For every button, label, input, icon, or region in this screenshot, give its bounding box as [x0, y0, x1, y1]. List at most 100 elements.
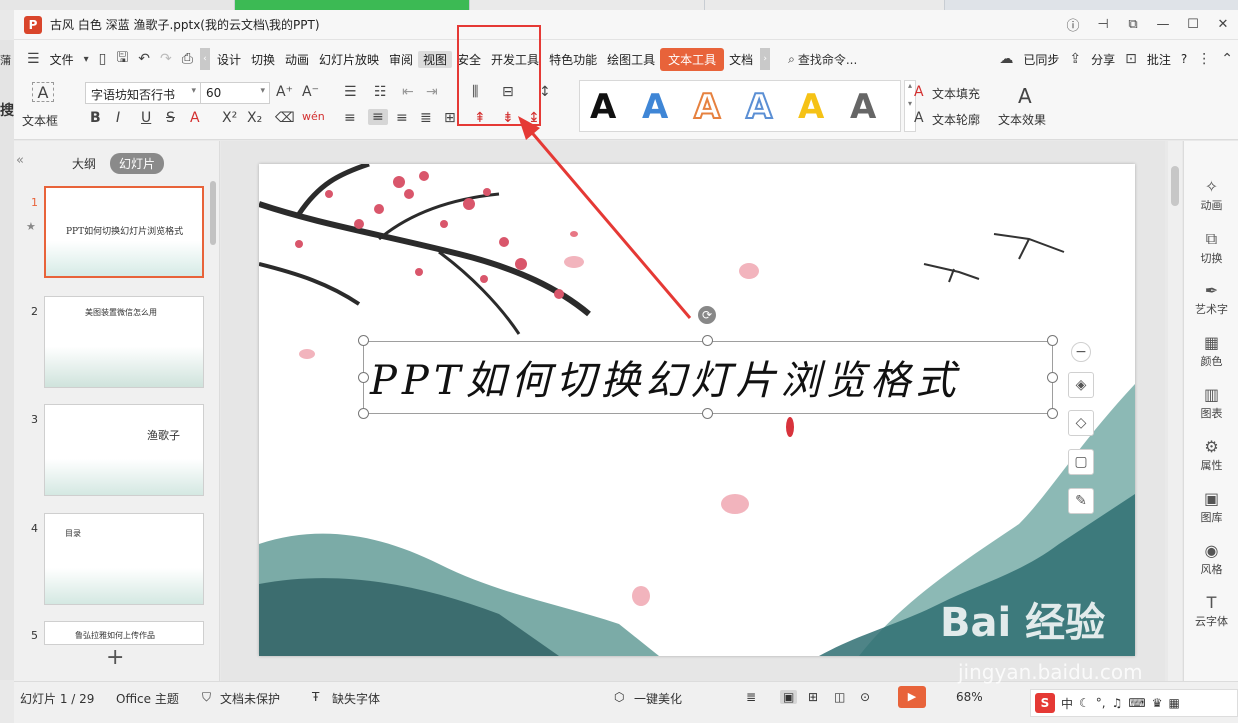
canvas-vertical-scrollbar[interactable]	[1168, 141, 1182, 681]
text-effect-button[interactable]: 文本效果	[998, 111, 1046, 128]
command-search[interactable]: ⌕ 查找命令...	[788, 51, 857, 68]
justify-icon[interactable]: ≣	[420, 110, 432, 126]
browser-tab[interactable]	[235, 0, 470, 10]
increase-font-icon[interactable]: A⁺	[276, 84, 293, 100]
collapse-panel-icon[interactable]: «	[16, 153, 24, 168]
resize-handle-s[interactable]	[702, 408, 713, 419]
keyboard-icon[interactable]: ⌨	[1128, 696, 1145, 710]
align-left-icon[interactable]: ≡	[344, 110, 356, 126]
wordart-style-gallery[interactable]: A A A A A A	[579, 80, 901, 132]
font-name-select[interactable]: 字语坊知否行书 ▾	[85, 82, 201, 104]
slide-thumbnail[interactable]: 鲁弘拉雅如何上传作品	[44, 621, 204, 645]
subscript-icon[interactable]: X₂	[247, 110, 262, 126]
zoom-level[interactable]: 68%	[956, 690, 983, 704]
italic-icon[interactable]: I	[116, 110, 120, 126]
slide-thumbnail[interactable]: 目录	[44, 513, 204, 605]
decrease-indent-icon[interactable]: ⇤	[402, 84, 414, 100]
one-click-beautify[interactable]: 一键美化	[634, 690, 682, 707]
restore-layout-icon[interactable]: ⧉	[1118, 17, 1148, 32]
decrease-font-icon[interactable]: A⁻	[302, 84, 319, 100]
panel-scrollbar[interactable]	[210, 181, 216, 245]
layers-icon[interactable]: ◈	[1068, 372, 1094, 398]
close-button[interactable]: ✕	[1208, 17, 1238, 32]
resize-handle-e[interactable]	[1047, 372, 1058, 383]
slide-sorter-icon[interactable]: ⊞	[808, 690, 818, 704]
add-slide-button[interactable]: +	[106, 645, 124, 670]
undo-icon[interactable]: ↶	[133, 51, 155, 67]
minimize-button[interactable]: —	[1148, 17, 1178, 32]
theme-name[interactable]: Office 主题	[116, 690, 179, 707]
title-textbox[interactable]: PPT如何切换幻灯片浏览格式	[363, 341, 1053, 414]
text-outline-button[interactable]: 文本轮廓	[932, 111, 980, 128]
menu-scroll-right[interactable]: ›	[760, 48, 771, 70]
protection-status[interactable]: 文档未保护	[220, 690, 280, 707]
share-button[interactable]: 分享	[1086, 51, 1120, 68]
font-color-icon[interactable]: A	[190, 110, 200, 126]
textbox-label[interactable]: 文本框	[22, 112, 58, 129]
clear-format-icon[interactable]: ⌫	[275, 110, 295, 126]
reading-view-icon[interactable]: ◫	[834, 690, 845, 704]
wordart-style-blue-outline[interactable]: A	[745, 86, 773, 128]
pen-icon[interactable]: ✎	[1068, 488, 1094, 514]
distribute-icon[interactable]: ⊞	[444, 110, 456, 126]
print-icon[interactable]: ⎙	[177, 51, 198, 67]
panel-style[interactable]: ◉ 风格	[1184, 541, 1238, 577]
panel-chart[interactable]: ▥ 图表	[1184, 385, 1238, 421]
wordart-style-blue[interactable]: A	[642, 87, 668, 127]
slide-title-text[interactable]: PPT如何切换幻灯片浏览格式	[370, 348, 961, 406]
tab-slides[interactable]: 幻灯片	[110, 153, 165, 174]
text-effect-icon[interactable]: A	[1018, 84, 1032, 108]
menu-review[interactable]: 审阅	[384, 51, 418, 68]
fill-icon[interactable]: ◇	[1068, 410, 1094, 436]
bold-icon[interactable]: B	[90, 110, 101, 126]
new-document-icon[interactable]: ▯	[94, 51, 112, 67]
chevron-down-icon[interactable]: ▾	[79, 54, 94, 65]
resize-handle-se[interactable]	[1047, 408, 1058, 419]
panel-cloud-font[interactable]: T 云字体	[1184, 593, 1238, 629]
superscript-icon[interactable]: X²	[222, 110, 237, 126]
increase-indent-icon[interactable]: ⇥	[426, 84, 438, 100]
scrollbar-thumb[interactable]	[1171, 166, 1179, 206]
slide-thumbnail[interactable]: PPT如何切换幻灯片浏览格式	[44, 186, 204, 278]
panel-transition[interactable]: ⧉ 切换	[1184, 229, 1238, 266]
missing-font-status[interactable]: 缺失字体	[332, 690, 380, 707]
align-center-icon[interactable]: ≡	[368, 109, 388, 125]
collapse-ribbon-icon[interactable]: ⌃	[1216, 51, 1238, 67]
rotate-handle[interactable]: ⟳	[698, 306, 716, 324]
skin-icon[interactable]: ♛	[1152, 696, 1163, 710]
menu-slideshow[interactable]: 幻灯片放映	[314, 51, 384, 68]
menu-special[interactable]: 特色功能	[544, 51, 602, 68]
microphone-icon[interactable]: ♫	[1112, 696, 1123, 710]
moon-icon[interactable]: ☾	[1079, 696, 1090, 710]
resize-handle-w[interactable]	[358, 372, 369, 383]
resize-handle-nw[interactable]	[358, 335, 369, 346]
wordart-style-gray[interactable]: A	[850, 87, 876, 127]
bullet-list-icon[interactable]: ☰	[344, 84, 357, 100]
menu-transition[interactable]: 切换	[246, 51, 280, 68]
annotate-button[interactable]: 批注	[1142, 51, 1176, 68]
menu-animation[interactable]: 动画	[280, 51, 314, 68]
phonetic-guide-icon[interactable]: wén	[302, 110, 325, 123]
wordart-style-orange-outline[interactable]: A	[693, 86, 721, 128]
panel-gallery[interactable]: ▣ 图库	[1184, 489, 1238, 525]
text-outline-icon[interactable]: A	[914, 110, 924, 126]
text-fill-button[interactable]: 文本填充	[932, 85, 980, 102]
more-icon[interactable]: ⋮	[1192, 51, 1216, 67]
menu-scroll-left[interactable]: ‹	[199, 48, 210, 70]
panel-color[interactable]: ▦ 颜色	[1184, 333, 1238, 369]
pin-icon[interactable]: ⊣	[1088, 17, 1118, 32]
panel-properties[interactable]: ⚙ 属性	[1184, 437, 1238, 473]
punctuation-icon[interactable]: °,	[1096, 696, 1106, 710]
menu-drawing-tools[interactable]: 绘图工具	[602, 51, 660, 68]
minus-icon[interactable]: −	[1071, 342, 1091, 362]
align-right-icon[interactable]: ≡	[396, 110, 408, 126]
toolbox-icon[interactable]: ▦	[1168, 696, 1179, 710]
numbered-list-icon[interactable]: ☷	[374, 84, 387, 100]
underline-icon[interactable]: U	[141, 110, 151, 126]
ime-language[interactable]: 中	[1061, 695, 1073, 712]
resize-handle-sw[interactable]	[358, 408, 369, 419]
font-size-select[interactable]: 60 ▾	[200, 82, 270, 104]
resize-handle-ne[interactable]	[1047, 335, 1058, 346]
menu-file[interactable]: 文件	[45, 51, 79, 68]
resize-handle-n[interactable]	[702, 335, 713, 346]
